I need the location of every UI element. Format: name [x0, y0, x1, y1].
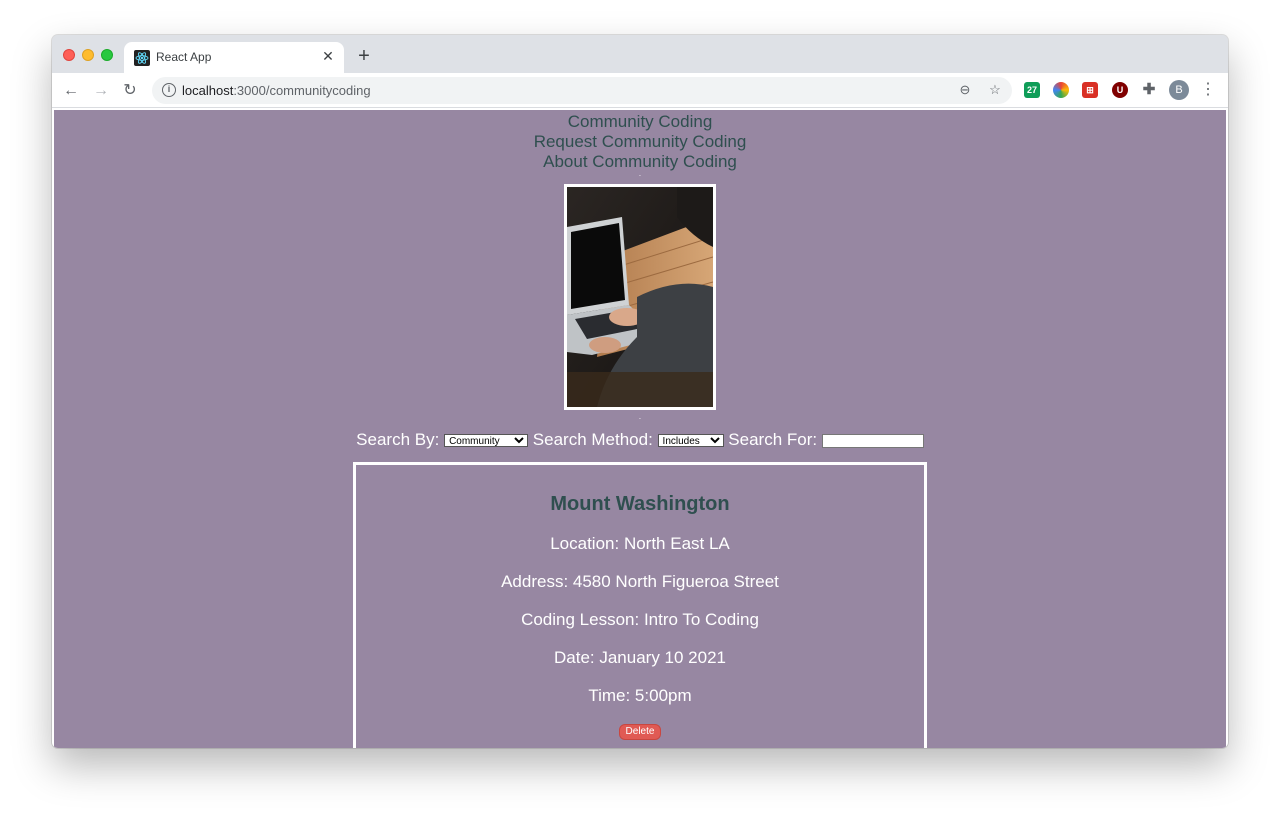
- nav-link-about-community-coding[interactable]: About Community Coding: [54, 152, 1226, 172]
- close-window-button[interactable]: [63, 49, 75, 61]
- address-bar[interactable]: i localhost:3000/communitycoding ⊖ ☆: [152, 77, 1012, 104]
- card-location: Location: North East LA: [550, 534, 730, 553]
- search-by-select[interactable]: Community: [444, 434, 529, 448]
- search-method-label: Search Method:: [532, 430, 653, 449]
- browser-toolbar: ← → ↻ i localhost:3000/communitycoding ⊖…: [52, 73, 1228, 108]
- community-card: Mount Washington Location: North East LA…: [353, 462, 927, 748]
- site-nav: Community Coding Request Community Codin…: [54, 110, 1226, 172]
- new-tab-icon[interactable]: +: [354, 46, 374, 67]
- page-viewport: Community Coding Request Community Codin…: [52, 108, 1228, 748]
- close-tab-icon[interactable]: ✕: [320, 48, 336, 64]
- card-title: Mount Washington: [550, 493, 730, 515]
- react-icon: [134, 50, 150, 66]
- search-bar: Search By: Community Search Method: Incl…: [54, 429, 1226, 451]
- tab-react-app[interactable]: React App ✕: [124, 42, 344, 74]
- forward-arrow-icon[interactable]: →: [90, 80, 112, 102]
- page-content: Community Coding Request Community Codin…: [54, 110, 1226, 748]
- nav-link-community-coding[interactable]: Community Coding: [54, 112, 1226, 132]
- zoom-icon[interactable]: ⊖: [957, 82, 973, 98]
- reload-icon[interactable]: ↻: [119, 80, 141, 102]
- hero-image-laptop-photo: [567, 187, 713, 407]
- separator-dot: ·: [638, 171, 642, 180]
- card-address: Address: 4580 North Figueroa Street: [501, 572, 779, 591]
- site-info-icon[interactable]: i: [162, 83, 176, 97]
- card-date: Date: January 10 2021: [553, 648, 726, 667]
- search-for-label: Search For:: [728, 430, 818, 449]
- search-by-label: Search By:: [356, 430, 440, 449]
- title-bar: React App ✕ +: [52, 35, 1228, 74]
- card-lesson: Coding Lesson: Intro To Coding: [521, 610, 759, 629]
- hero-image-frame: [564, 184, 716, 410]
- ublock-extension-icon[interactable]: U: [1112, 82, 1128, 98]
- nav-link-request-community-coding[interactable]: Request Community Coding: [54, 132, 1226, 152]
- address-url[interactable]: localhost:3000/communitycoding: [182, 83, 371, 98]
- search-input[interactable]: [821, 433, 924, 448]
- maximize-window-button[interactable]: [101, 49, 113, 61]
- kebab-menu-icon[interactable]: ⋮: [1200, 80, 1216, 100]
- bookmark-star-icon[interactable]: ☆: [987, 82, 1003, 98]
- delete-button[interactable]: Delete: [618, 724, 662, 740]
- red-extension-icon[interactable]: ⊞: [1082, 82, 1098, 98]
- profile-avatar[interactable]: B: [1169, 80, 1189, 100]
- tab-title: React App: [156, 50, 212, 64]
- search-method-select[interactable]: Includes: [657, 434, 724, 448]
- browser-window: React App ✕ + ← → ↻ i localhost:3000/com…: [52, 35, 1228, 748]
- separator-dot-2: ·: [638, 414, 642, 423]
- back-arrow-icon[interactable]: ←: [60, 80, 82, 102]
- card-time: Time: 5:00pm: [588, 686, 692, 705]
- minimize-window-button[interactable]: [82, 49, 94, 61]
- color-picker-extension-icon[interactable]: [1053, 82, 1069, 98]
- puzzle-extensions-icon[interactable]: ✚: [1141, 82, 1157, 98]
- calendar-extension-icon[interactable]: 27: [1024, 82, 1040, 98]
